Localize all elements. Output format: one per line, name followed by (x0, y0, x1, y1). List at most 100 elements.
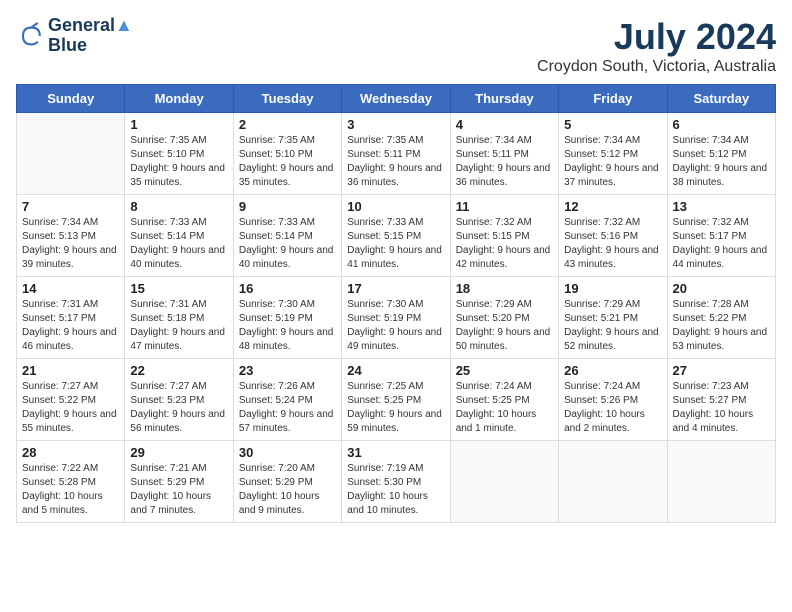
day-number: 22 (130, 363, 227, 378)
month-title: July 2024 (537, 16, 776, 58)
calendar-day-cell: 27 Sunrise: 7:23 AMSunset: 5:27 PMDayligh… (667, 359, 775, 441)
day-of-week-header: Saturday (667, 85, 775, 113)
day-number: 23 (239, 363, 336, 378)
calendar-day-cell: 13 Sunrise: 7:32 AMSunset: 5:17 PMDayligh… (667, 195, 775, 277)
day-info: Sunrise: 7:33 AMSunset: 5:14 PMDaylight:… (239, 216, 336, 272)
calendar-header-row: SundayMondayTuesdayWednesdayThursdayFrid… (17, 85, 776, 113)
day-info: Sunrise: 7:32 AMSunset: 5:17 PMDaylight:… (673, 216, 770, 272)
day-info: Sunrise: 7:31 AMSunset: 5:17 PMDaylight:… (22, 298, 119, 354)
day-number: 10 (347, 199, 444, 214)
day-info: Sunrise: 7:35 AMSunset: 5:10 PMDaylight:… (239, 134, 336, 190)
day-info: Sunrise: 7:26 AMSunset: 5:24 PMDaylight:… (239, 380, 336, 436)
day-number: 14 (22, 281, 119, 296)
day-info: Sunrise: 7:28 AMSunset: 5:22 PMDaylight:… (673, 298, 770, 354)
calendar-day-cell: 1Sunrise: 7:35 AMSunset: 5:10 PMDaylight… (125, 113, 233, 195)
calendar-day-cell: 21 Sunrise: 7:27 AMSunset: 5:22 PMDayligh… (17, 359, 125, 441)
calendar-day-cell: 19 Sunrise: 7:29 AMSunset: 5:21 PMDayligh… (559, 277, 667, 359)
day-number: 3 (347, 117, 444, 132)
day-info: Sunrise: 7:22 AMSunset: 5:28 PMDaylight:… (22, 462, 119, 518)
calendar-day-cell: 18Sunrise: 7:29 AMSunset: 5:20 PMDayligh… (450, 277, 558, 359)
calendar-day-cell (559, 441, 667, 523)
day-number: 2 (239, 117, 336, 132)
calendar-day-cell: 20 Sunrise: 7:28 AMSunset: 5:22 PMDayligh… (667, 277, 775, 359)
calendar-week-row: 28Sunrise: 7:22 AMSunset: 5:28 PMDayligh… (17, 441, 776, 523)
calendar-week-row: 14 Sunrise: 7:31 AMSunset: 5:17 PMDayligh… (17, 277, 776, 359)
day-info: Sunrise: 7:31 AMSunset: 5:18 PMDaylight:… (130, 298, 227, 354)
calendar-week-row: 7 Sunrise: 7:34 AMSunset: 5:13 PMDaylight… (17, 195, 776, 277)
day-info: Sunrise: 7:19 AMSunset: 5:30 PMDaylight:… (347, 462, 444, 518)
calendar-day-cell: 9 Sunrise: 7:33 AMSunset: 5:14 PMDaylight… (233, 195, 341, 277)
day-info: Sunrise: 7:24 AMSunset: 5:25 PMDaylight:… (456, 380, 553, 436)
day-of-week-header: Friday (559, 85, 667, 113)
day-info: Sunrise: 7:27 AMSunset: 5:23 PMDaylight:… (130, 380, 227, 436)
calendar-week-row: 1 Sunrise: 7:35 AMSunset: 5:10 PMDaylight… (17, 113, 776, 195)
day-info: Sunrise: 7:29 AMSunset: 5:20 PMDaylight:… (456, 298, 553, 354)
day-info: Sunrise: 7:30 AMSunset: 5:19 PMDaylight:… (239, 298, 336, 354)
calendar-day-cell: 31 Sunrise: 7:19 AMSunset: 5:30 PMDayligh… (342, 441, 450, 523)
calendar-day-cell: 15Sunrise: 7:31 AMSunset: 5:18 PMDayligh… (125, 277, 233, 359)
day-info: Sunrise: 7:24 AMSunset: 5:26 PMDaylight:… (564, 380, 661, 436)
day-number: 9 (239, 199, 336, 214)
calendar-day-cell: 30 Sunrise: 7:20 AMSunset: 5:29 PMDayligh… (233, 441, 341, 523)
day-number: 4 (456, 117, 553, 132)
day-of-week-header: Sunday (17, 85, 125, 113)
calendar-day-cell: 8 Sunrise: 7:33 AMSunset: 5:14 PMDaylight… (125, 195, 233, 277)
day-number: 1 (130, 117, 227, 132)
calendar-day-cell: 26 Sunrise: 7:24 AMSunset: 5:26 PMDayligh… (559, 359, 667, 441)
day-of-week-header: Wednesday (342, 85, 450, 113)
calendar-day-cell: 23 Sunrise: 7:26 AMSunset: 5:24 PMDayligh… (233, 359, 341, 441)
calendar-day-cell: 16 Sunrise: 7:30 AMSunset: 5:19 PMDayligh… (233, 277, 341, 359)
calendar-week-row: 21 Sunrise: 7:27 AMSunset: 5:22 PMDayligh… (17, 359, 776, 441)
calendar-day-cell: 29Sunrise: 7:21 AMSunset: 5:29 PMDayligh… (125, 441, 233, 523)
day-number: 8 (130, 199, 227, 214)
day-number: 13 (673, 199, 770, 214)
calendar-day-cell: 10Sunrise: 7:33 AMSunset: 5:15 PMDayligh… (342, 195, 450, 277)
day-number: 27 (673, 363, 770, 378)
calendar-day-cell (450, 441, 558, 523)
day-number: 21 (22, 363, 119, 378)
day-info: Sunrise: 7:33 AMSunset: 5:14 PMDaylight:… (130, 216, 227, 272)
calendar-day-cell: 17 Sunrise: 7:30 AMSunset: 5:19 PMDayligh… (342, 277, 450, 359)
calendar-day-cell: 5 Sunrise: 7:34 AMSunset: 5:12 PMDaylight… (559, 113, 667, 195)
day-number: 19 (564, 281, 661, 296)
day-number: 29 (130, 445, 227, 460)
day-info: Sunrise: 7:23 AMSunset: 5:27 PMDaylight:… (673, 380, 770, 436)
day-number: 17 (347, 281, 444, 296)
day-info: Sunrise: 7:35 AMSunset: 5:11 PMDaylight:… (347, 134, 444, 190)
calendar-day-cell: 24 Sunrise: 7:25 AMSunset: 5:25 PMDayligh… (342, 359, 450, 441)
day-number: 24 (347, 363, 444, 378)
day-number: 16 (239, 281, 336, 296)
day-number: 26 (564, 363, 661, 378)
location-subtitle: Croydon South, Victoria, Australia (537, 58, 776, 76)
calendar-day-cell: 2 Sunrise: 7:35 AMSunset: 5:10 PMDaylight… (233, 113, 341, 195)
day-info: Sunrise: 7:34 AMSunset: 5:12 PMDaylight:… (673, 134, 770, 190)
day-info: Sunrise: 7:34 AMSunset: 5:11 PMDaylight:… (456, 134, 553, 190)
page-header: General▲ Blue July 2024 Croydon South, V… (16, 16, 776, 76)
calendar-day-cell: 22 Sunrise: 7:27 AMSunset: 5:23 PMDayligh… (125, 359, 233, 441)
day-number: 25 (456, 363, 553, 378)
day-number: 6 (673, 117, 770, 132)
day-info: Sunrise: 7:25 AMSunset: 5:25 PMDaylight:… (347, 380, 444, 436)
day-info: Sunrise: 7:34 AMSunset: 5:13 PMDaylight:… (22, 216, 119, 272)
day-number: 5 (564, 117, 661, 132)
title-block: July 2024 Croydon South, Victoria, Austr… (537, 16, 776, 76)
calendar-day-cell: 14 Sunrise: 7:31 AMSunset: 5:17 PMDayligh… (17, 277, 125, 359)
calendar-day-cell (667, 441, 775, 523)
day-info: Sunrise: 7:30 AMSunset: 5:19 PMDaylight:… (347, 298, 444, 354)
calendar-table: SundayMondayTuesdayWednesdayThursdayFrid… (16, 84, 776, 523)
day-number: 31 (347, 445, 444, 460)
day-of-week-header: Monday (125, 85, 233, 113)
day-info: Sunrise: 7:27 AMSunset: 5:22 PMDaylight:… (22, 380, 119, 436)
day-of-week-header: Tuesday (233, 85, 341, 113)
calendar-day-cell (17, 113, 125, 195)
day-info: Sunrise: 7:20 AMSunset: 5:29 PMDaylight:… (239, 462, 336, 518)
day-number: 7 (22, 199, 119, 214)
day-info: Sunrise: 7:34 AMSunset: 5:12 PMDaylight:… (564, 134, 661, 190)
day-info: Sunrise: 7:32 AMSunset: 5:15 PMDaylight:… (456, 216, 553, 272)
day-number: 30 (239, 445, 336, 460)
day-info: Sunrise: 7:32 AMSunset: 5:16 PMDaylight:… (564, 216, 661, 272)
calendar-day-cell: 12Sunrise: 7:32 AMSunset: 5:16 PMDayligh… (559, 195, 667, 277)
day-info: Sunrise: 7:29 AMSunset: 5:21 PMDaylight:… (564, 298, 661, 354)
day-number: 20 (673, 281, 770, 296)
calendar-day-cell: 28Sunrise: 7:22 AMSunset: 5:28 PMDayligh… (17, 441, 125, 523)
